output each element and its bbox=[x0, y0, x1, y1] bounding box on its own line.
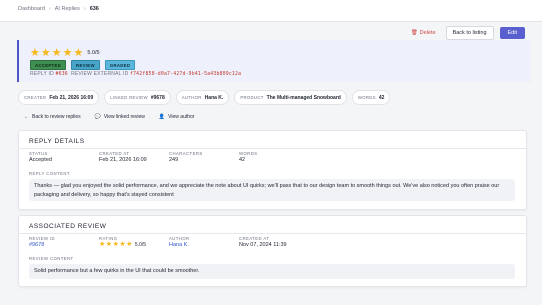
rating-value: 5.0/5 bbox=[134, 242, 147, 248]
meta-pills: CREATED Feb 21, 2026 16:09 LINKED REVIEW… bbox=[18, 90, 391, 105]
reply-id-value: #636 bbox=[55, 72, 68, 77]
pill-value: The Multi-managed Snowboard bbox=[266, 94, 341, 101]
pill-value: #9678 bbox=[150, 94, 165, 101]
field-label: CREATED AT bbox=[99, 151, 130, 156]
author-field: AUTHOR Hana K. bbox=[169, 236, 190, 248]
card-title: REPLY DETAILS bbox=[29, 138, 85, 145]
pill-words: WORDS 42 bbox=[351, 90, 391, 105]
field-value: 42 bbox=[239, 157, 246, 163]
badge-graded: GRADED bbox=[104, 60, 136, 70]
external-id-label: REVIEW EXTERNAL ID bbox=[71, 71, 129, 77]
review-content-label: REVIEW CONTENT bbox=[29, 256, 74, 261]
reply-details-card: REPLY DETAILS STATUS Accepted CREATED AT… bbox=[18, 130, 527, 210]
user-icon: 👤 bbox=[158, 114, 166, 120]
rating-stars: ★ ★ ★ ★ ★ 5.0/5 bbox=[30, 47, 100, 59]
breadcrumb-separator: › bbox=[48, 6, 51, 12]
back-to-replies-link[interactable]: ← Back to review replies bbox=[24, 114, 81, 120]
pill-value: Hana K. bbox=[204, 94, 224, 101]
characters-field: CHARACTERS 249 bbox=[169, 151, 203, 163]
reply-content-label: REPLY CONTENT bbox=[29, 171, 70, 176]
id-line: REPLY ID #636 REVIEW EXTERNAL ID f742f85… bbox=[30, 71, 241, 77]
pill-key: PRODUCT bbox=[240, 95, 264, 100]
badge-review: REVIEW bbox=[71, 60, 100, 70]
field-label: STATUS bbox=[29, 151, 48, 156]
breadcrumb-current: 636 bbox=[89, 6, 99, 12]
pill-linked-review[interactable]: LINKED REVIEW #9678 bbox=[104, 90, 171, 105]
star-icon: ★ bbox=[119, 241, 126, 248]
back-to-listing-button[interactable]: Back to listing bbox=[445, 26, 494, 40]
reply-content: Thanks — glad you enjoyed the solid perf… bbox=[29, 179, 515, 201]
field-label: CREATED AT bbox=[239, 236, 270, 241]
rating-field: RATING ★ ★ ★ ★ ★ 5.0/5 bbox=[99, 236, 146, 248]
pill-key: WORDS bbox=[357, 95, 376, 100]
divider bbox=[19, 233, 526, 234]
pill-value: Feb 21, 2026 16:09 bbox=[49, 94, 94, 101]
star-icon: ★ bbox=[51, 47, 62, 59]
quick-links: ← Back to review replies 💬 View linked rev… bbox=[24, 114, 194, 120]
trash-icon: 🗑 bbox=[410, 30, 418, 36]
created-field: CREATED AT Feb 21, 2026 16:09 bbox=[99, 151, 147, 163]
star-icon: ★ bbox=[99, 241, 106, 248]
delete-button[interactable]: 🗑 Delete bbox=[407, 28, 440, 38]
associated-review-card: ASSOCIATED REVIEW REVIEW ID #9678 RATING… bbox=[18, 215, 527, 287]
breadcrumb: Dashboard › AI Replies › 636 bbox=[18, 6, 99, 12]
field-value: Accepted bbox=[29, 157, 52, 163]
field-value: 249 bbox=[169, 157, 179, 163]
card-title: ASSOCIATED REVIEW bbox=[29, 223, 107, 230]
pill-key: CREATED bbox=[24, 95, 47, 100]
link-label: Back to review replies bbox=[32, 114, 81, 120]
chat-icon: 💬 bbox=[94, 114, 101, 120]
review-rating-stars: ★ ★ ★ ★ ★ 5.0/5 bbox=[99, 241, 147, 248]
field-label: REVIEW ID bbox=[29, 236, 56, 241]
top-bar: Dashboard › AI Replies › 636 bbox=[0, 0, 542, 22]
breadcrumb-dashboard[interactable]: Dashboard bbox=[18, 6, 45, 12]
field-label: WORDS bbox=[239, 151, 258, 156]
view-linked-review-link[interactable]: 💬 View linked review bbox=[95, 114, 145, 120]
review-created-field: CREATED AT Nov 07, 2024 11:39 bbox=[239, 236, 287, 248]
divider bbox=[19, 148, 526, 149]
rating-value: 5.0/5 bbox=[87, 50, 100, 56]
pill-product: PRODUCT The Multi-managed Snowboard bbox=[234, 90, 347, 105]
field-value: Feb 21, 2026 16:09 bbox=[99, 157, 147, 163]
reply-header: 🗑 Delete Back to listing Edit ★ ★ ★ ★ ★ … bbox=[17, 26, 531, 82]
external-id-value: f742f850-d0a7-427d-9b41-5a43b809c12a bbox=[130, 72, 242, 77]
link-label: View linked review bbox=[103, 114, 145, 120]
breadcrumb-separator: › bbox=[83, 6, 86, 12]
view-author-link[interactable]: 👤 View author bbox=[159, 114, 195, 120]
status-field: STATUS Accepted bbox=[29, 151, 52, 163]
pill-key: AUTHOR bbox=[181, 95, 202, 100]
breadcrumb-ai-replies[interactable]: AI Replies bbox=[55, 6, 80, 12]
field-label: CHARACTERS bbox=[169, 151, 203, 156]
delete-label: Delete bbox=[419, 30, 436, 36]
star-icon: ★ bbox=[105, 241, 113, 248]
star-icon: ★ bbox=[126, 241, 133, 248]
pill-value: 42 bbox=[378, 94, 385, 101]
pill-created: CREATED Feb 21, 2026 16:09 bbox=[18, 90, 100, 105]
star-icon: ★ bbox=[30, 47, 40, 59]
star-icon: ★ bbox=[40, 47, 51, 59]
link-label: View author bbox=[168, 114, 195, 120]
review-content: Solid performance but a few quirks in th… bbox=[29, 264, 515, 279]
star-icon: ★ bbox=[73, 47, 84, 59]
field-label: AUTHOR bbox=[169, 236, 190, 241]
review-id-link[interactable]: #9678 bbox=[29, 242, 44, 248]
review-id-field: REVIEW ID #9678 bbox=[29, 236, 55, 248]
author-link[interactable]: Hana K. bbox=[169, 242, 189, 248]
star-icon: ★ bbox=[112, 241, 119, 248]
pill-key: LINKED REVIEW bbox=[110, 95, 148, 100]
header-actions: 🗑 Delete Back to listing Edit bbox=[407, 26, 525, 40]
badge-accepted: ACCEPTED bbox=[30, 60, 67, 70]
status-badges: ACCEPTED REVIEW GRADED bbox=[30, 60, 136, 70]
edit-button[interactable]: Edit bbox=[499, 27, 525, 39]
star-icon: ★ bbox=[62, 47, 73, 59]
arrow-left-icon: ← bbox=[24, 114, 29, 120]
pill-author[interactable]: AUTHOR Hana K. bbox=[175, 90, 230, 105]
field-value: Nov 07, 2024 11:39 bbox=[239, 242, 287, 248]
reply-id-label: REPLY ID bbox=[30, 71, 54, 77]
words-field: WORDS 42 bbox=[239, 151, 257, 163]
